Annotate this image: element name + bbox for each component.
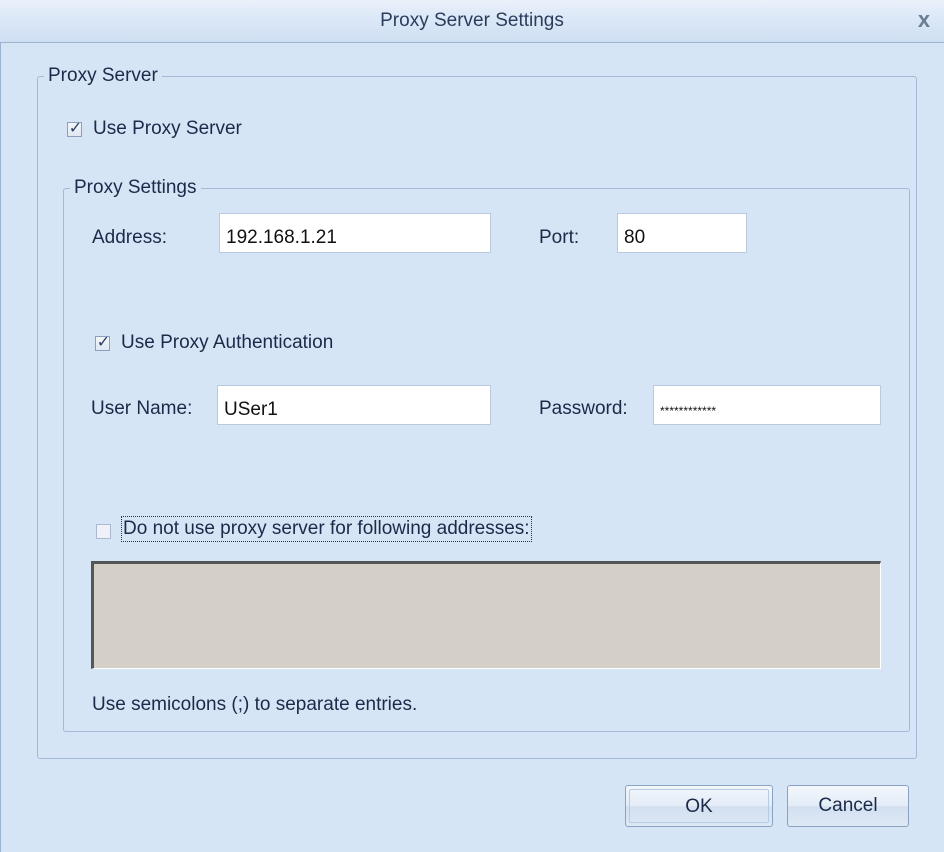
user-name-input[interactable] <box>217 385 491 425</box>
bypass-proxy-checkbox[interactable] <box>96 524 111 539</box>
cancel-button[interactable]: Cancel <box>787 785 909 827</box>
password-input[interactable] <box>653 385 881 425</box>
use-proxy-server-checkbox[interactable]: ✓ <box>67 120 83 137</box>
dialog-title: Proxy Server Settings <box>380 10 564 31</box>
separator-hint-text: Use semicolons (;) to separate entries. <box>92 694 418 715</box>
address-input[interactable] <box>219 213 491 253</box>
bypass-addresses-textarea[interactable] <box>91 561 881 669</box>
proxy-settings-legend: Proxy Settings <box>74 177 197 198</box>
user-name-label: User Name: <box>91 398 193 419</box>
bypass-proxy-label[interactable]: Do not use proxy server for following ad… <box>121 516 532 542</box>
title-bar[interactable]: Proxy Server Settings x <box>0 0 944 43</box>
dialog-client-area: Proxy Server ✓ Use Proxy Server Proxy Se… <box>0 43 944 852</box>
ok-button[interactable]: OK <box>625 785 773 827</box>
port-input[interactable] <box>617 213 747 253</box>
port-label: Port: <box>539 227 580 248</box>
use-proxy-authentication-checkbox[interactable]: ✓ <box>95 334 111 351</box>
proxy-settings-dialog: Proxy Server Settings x Proxy Server ✓ U… <box>0 0 944 852</box>
checkmark-icon: ✓ <box>68 120 83 137</box>
password-label: Password: <box>539 398 628 419</box>
close-icon[interactable]: x <box>912 8 936 32</box>
checkmark-icon: ✓ <box>96 334 111 351</box>
use-proxy-server-label[interactable]: Use Proxy Server <box>93 118 242 140</box>
address-label: Address: <box>92 227 167 248</box>
proxy-server-legend: Proxy Server <box>48 65 158 86</box>
ok-button-label: OK <box>629 789 769 823</box>
use-proxy-authentication-label[interactable]: Use Proxy Authentication <box>121 332 333 354</box>
